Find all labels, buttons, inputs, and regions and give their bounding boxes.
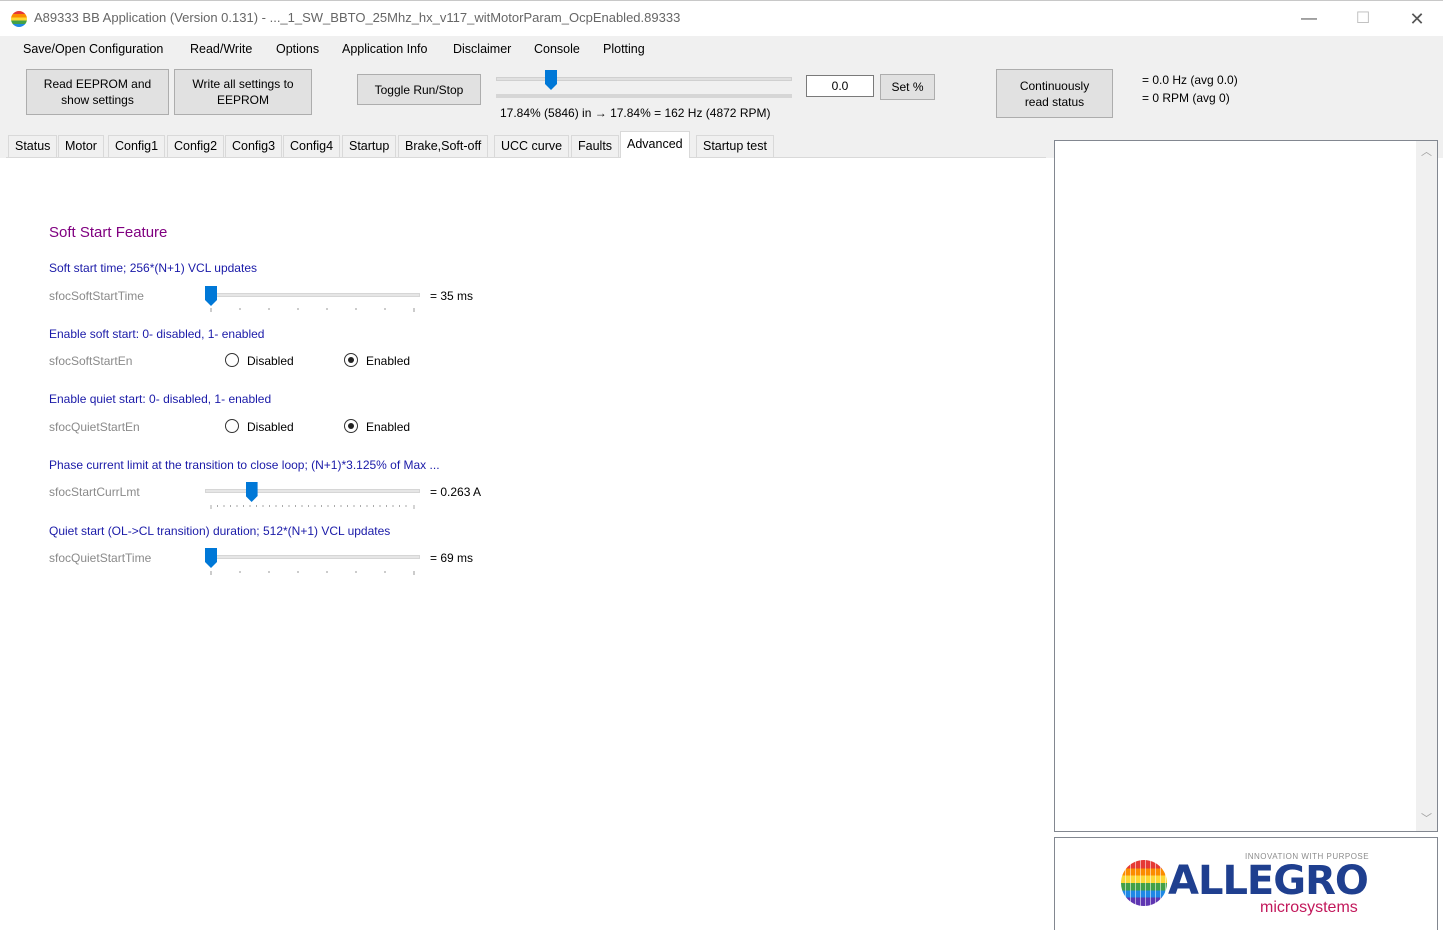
tab-status[interactable]: Status [8, 135, 58, 157]
soft-start-time-slider-track[interactable] [205, 293, 420, 297]
quiet-start-time-ticks [210, 571, 415, 575]
output-panel[interactable] [1054, 140, 1438, 832]
tab-config1[interactable]: Config1 [108, 135, 166, 157]
menu-save-open-configuration[interactable]: Save/Open Configuration [23, 42, 163, 56]
menu-plotting[interactable]: Plotting [603, 42, 645, 56]
quiet-start-time-slider-track[interactable] [205, 555, 420, 559]
write-eeprom-label-2: EEPROM [216, 93, 269, 107]
start-curr-lmt-value: = 0.263 A [430, 485, 482, 499]
quiet-start-time-value: = 69 ms [430, 551, 474, 565]
status-readout: = 0.0 Hz (avg 0.0) = 0 RPM (avg 0) [1142, 71, 1238, 107]
speed-progress-bar [496, 94, 792, 98]
soft-start-enabled-label: Enabled [366, 354, 411, 368]
speed-readout: 17.84% (5846) in → 17.84% = 162 Hz (4872… [500, 106, 771, 120]
logo-subtitle: microsystems [1260, 899, 1358, 916]
continuous-label-1: Continuously [1019, 78, 1090, 93]
write-eeprom-label-1: Write all settings to [192, 77, 294, 91]
menu-application-info[interactable]: Application Info [342, 42, 427, 56]
read-eeprom-label-1: Read EEPROM and [43, 77, 152, 91]
soft-start-en-param: sfocSoftStartEn [49, 354, 133, 368]
allegro-globe-icon [1121, 860, 1167, 906]
soft-start-time-ticks [210, 308, 415, 312]
status-rpm: = 0 RPM (avg 0) [1142, 91, 1230, 105]
scroll-down-icon[interactable]: ﹀ [1416, 810, 1437, 830]
soft-start-time-param: sfocSoftStartTime [49, 289, 144, 303]
continuous-label-2: read status [1024, 94, 1085, 109]
section-title: Soft Start Feature [49, 224, 168, 241]
soft-start-time-value: = 35 ms [430, 289, 474, 303]
app-globe-icon [11, 11, 27, 27]
set-percent-button[interactable]: Set % [880, 74, 935, 100]
quiet-start-time-desc: Quiet start (OL->CL transition) duration… [49, 524, 391, 538]
quiet-start-enabled-label: Enabled [366, 420, 411, 434]
tab-motor[interactable]: Motor [58, 135, 104, 157]
toggle-run-stop-button[interactable]: Toggle Run/Stop [357, 74, 481, 105]
scroll-up-icon[interactable]: ︿ [1416, 143, 1437, 163]
tab-startup[interactable]: Startup [342, 135, 397, 157]
quiet-start-enabled-radio[interactable] [344, 419, 358, 433]
status-hz: = 0.0 Hz (avg 0.0) [1142, 73, 1238, 87]
tab-config2[interactable]: Config2 [167, 135, 225, 157]
soft-start-en-desc: Enable soft start: 0- disabled, 1- enabl… [49, 327, 265, 341]
tab-startup-test[interactable]: Startup test [696, 135, 774, 157]
tab-advanced[interactable]: Advanced [620, 131, 690, 158]
output-scrollbar[interactable] [1416, 141, 1437, 831]
soft-start-disabled-label: Disabled [247, 354, 294, 368]
start-curr-lmt-slider-track[interactable] [205, 489, 420, 493]
quiet-start-en-desc: Enable quiet start: 0- disabled, 1- enab… [49, 392, 272, 406]
quiet-start-disabled-radio[interactable] [225, 419, 239, 433]
continuously-read-status-button[interactable]: Continuously read status [996, 69, 1113, 118]
speed-percent-input[interactable]: 0.0 [806, 75, 874, 97]
close-button[interactable]: ✕ [1397, 6, 1437, 32]
tab-faults[interactable]: Faults [571, 135, 620, 157]
quiet-start-disabled-label: Disabled [247, 420, 294, 434]
menu-options[interactable]: Options [276, 42, 319, 56]
start-curr-lmt-param: sfocStartCurrLmt [49, 485, 140, 499]
menu-console[interactable]: Console [534, 42, 580, 56]
quiet-start-en-param: sfocQuietStartEn [49, 420, 140, 434]
tab-config3[interactable]: Config3 [225, 135, 283, 157]
soft-start-disabled-radio[interactable] [225, 353, 239, 367]
soft-start-enabled-radio[interactable] [344, 353, 358, 367]
tab-ucc-curve[interactable]: UCC curve [494, 135, 570, 157]
quiet-start-time-param: sfocQuietStartTime [49, 551, 152, 565]
tab-brake-soft-off[interactable]: Brake,Soft-off [398, 135, 489, 157]
menu-read-write[interactable]: Read/Write [190, 42, 252, 56]
menu-disclaimer[interactable]: Disclaimer [453, 42, 511, 56]
read-eeprom-button[interactable]: Read EEPROM and show settings [26, 69, 169, 115]
minimize-button[interactable]: — [1289, 6, 1329, 32]
speed-slider-track[interactable] [496, 77, 792, 81]
start-curr-lmt-desc: Phase current limit at the transition to… [49, 458, 440, 472]
maximize-button[interactable]: ☐ [1343, 6, 1383, 32]
start-curr-lmt-ticks [210, 505, 415, 509]
write-eeprom-button[interactable]: Write all settings to EEPROM [174, 69, 312, 115]
read-eeprom-label-2: show settings [61, 93, 134, 107]
tab-config4[interactable]: Config4 [283, 135, 341, 157]
logo-wordmark: ALLEGRO [1168, 858, 1369, 904]
window-title: A89333 BB Application (Version 0.131) - … [34, 10, 681, 25]
soft-start-time-desc: Soft start time; 256*(N+1) VCL updates [49, 261, 257, 275]
